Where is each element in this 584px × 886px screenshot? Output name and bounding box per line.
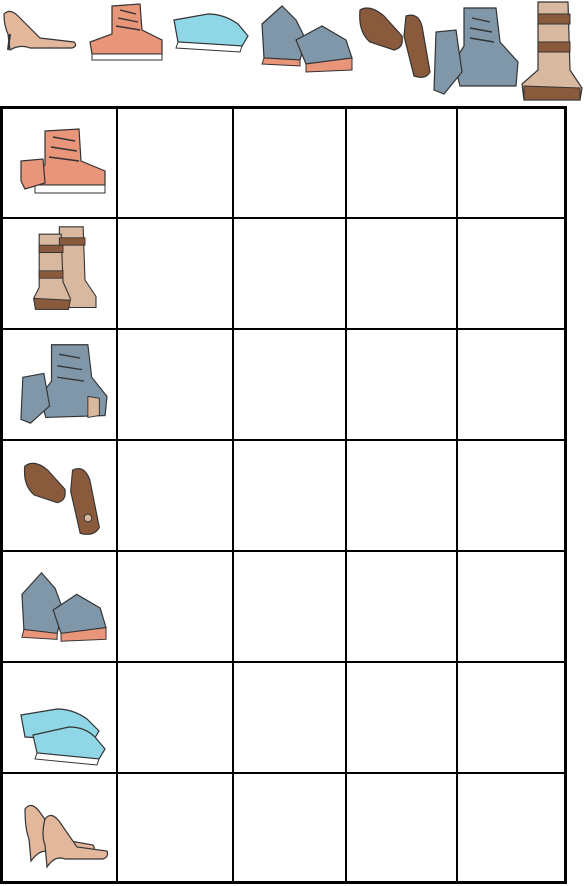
heeled-ankle-boots-icon — [433, 7, 519, 95]
grid-row-divider — [3, 772, 564, 774]
grid-row-divider — [3, 328, 564, 330]
row-heels-icon — [24, 804, 109, 869]
grid-col-divider — [116, 109, 118, 881]
loafers-icon — [359, 7, 431, 78]
grid-row-divider — [3, 550, 564, 552]
row-lace-up-boots-icon — [20, 128, 106, 194]
heels-icon — [3, 10, 77, 51]
grid-col-divider — [456, 109, 458, 881]
grid-col-divider — [345, 109, 347, 881]
row-running-sneakers-icon — [21, 571, 107, 642]
grid-col-divider — [232, 109, 234, 881]
row-tall-buckle-boots-icon — [33, 226, 97, 310]
puzzle-grid — [0, 106, 567, 884]
grid-row-divider — [3, 439, 564, 441]
grid-row-divider — [3, 217, 564, 219]
grid-row-divider — [3, 661, 564, 663]
shoe-reference-strip — [0, 0, 584, 104]
row-slip-on-sneakers-icon — [20, 708, 106, 766]
row-loafers-icon — [23, 462, 100, 535]
row-heeled-ankle-boots-icon — [20, 344, 108, 424]
slip-on-sneakers-icon — [173, 13, 249, 53]
running-sneakers-icon — [261, 5, 353, 73]
tall-buckle-boots-icon — [521, 1, 583, 101]
lace-up-boots-icon — [89, 3, 163, 61]
